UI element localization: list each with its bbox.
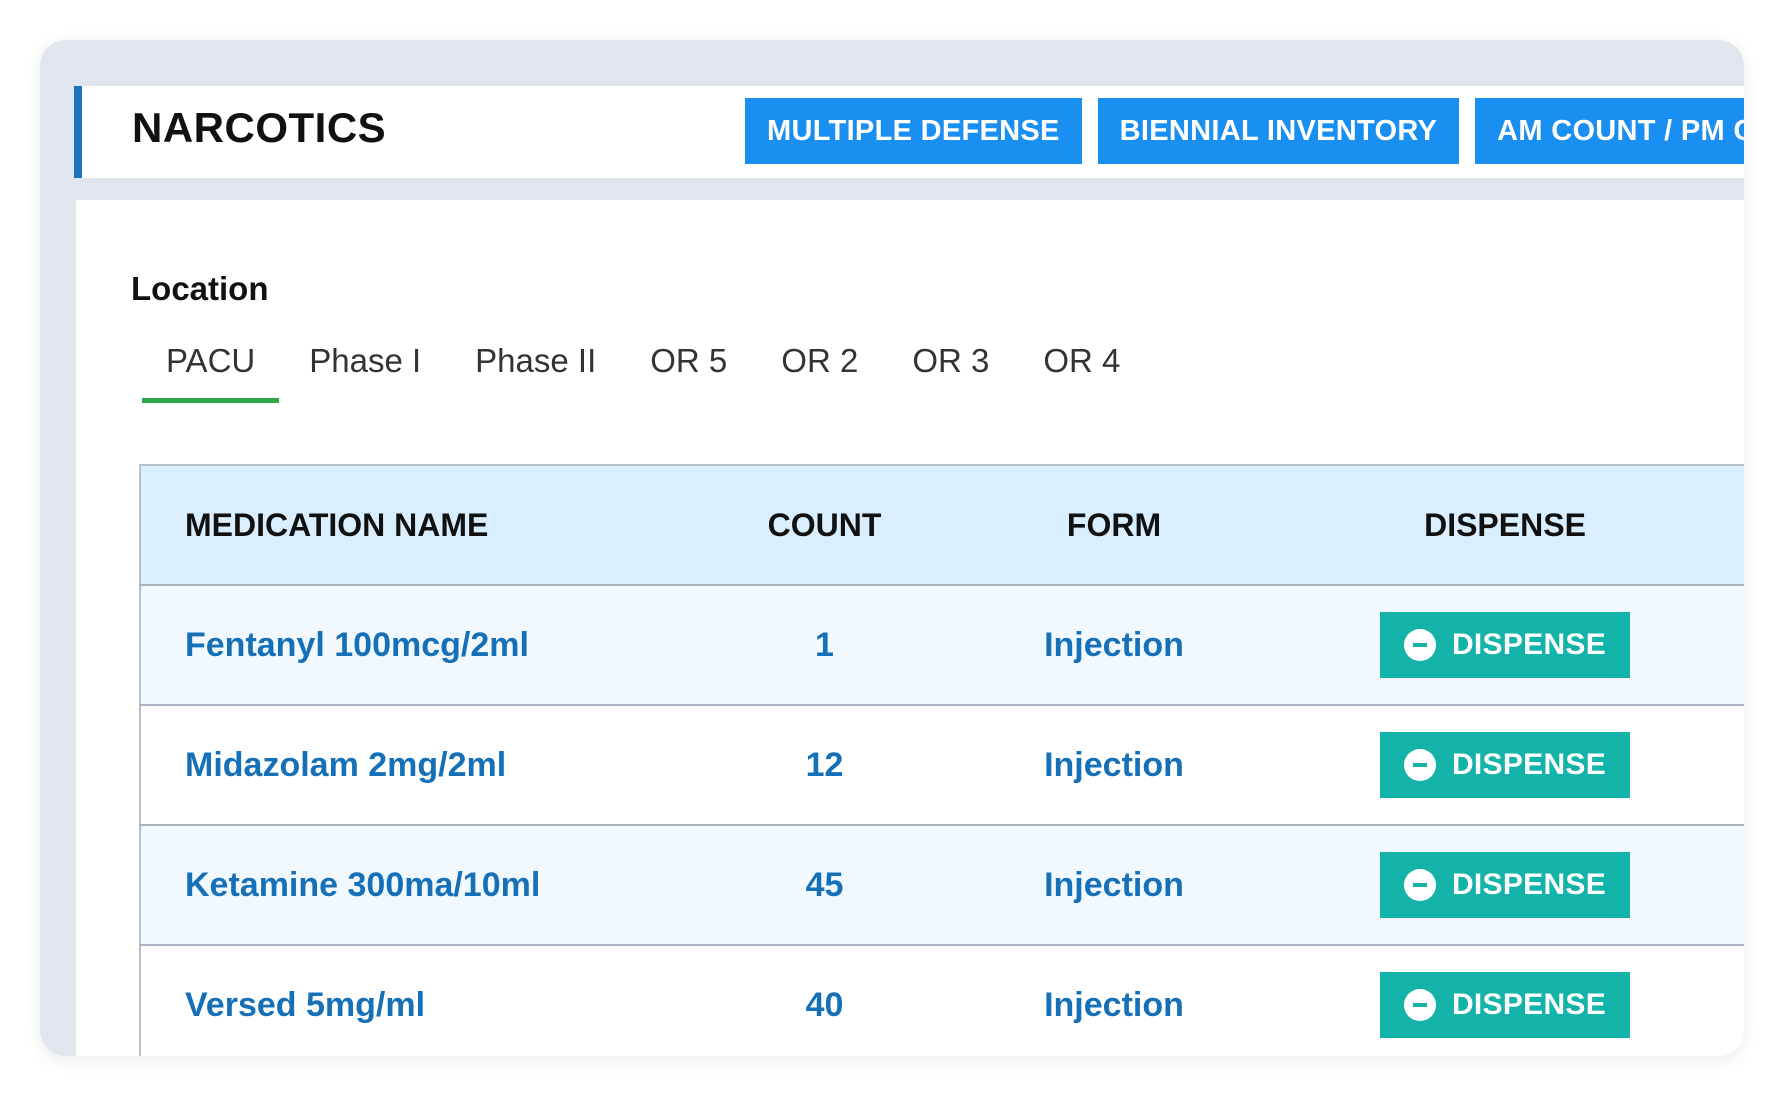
tab-pacu[interactable]: PACU [142, 342, 280, 403]
column-header-form: FORM [963, 465, 1265, 586]
minus-circle-icon [1403, 749, 1436, 781]
header-nav: MULTIPLE DEFENSE BIENNIAL INVENTORY AM C… [745, 98, 1744, 164]
column-header-count: COUNT [686, 465, 963, 586]
dispense-button[interactable]: DISPENSE [1380, 732, 1630, 798]
dispense-label: DISPENSE [1451, 628, 1607, 661]
medication-count: 40 [686, 945, 963, 1056]
minus-circle-icon [1403, 869, 1436, 901]
medication-table: MEDICATION NAME COUNT FORM DISPENSE Fent… [139, 464, 1744, 1056]
medication-name[interactable]: Fentanyl 100mcg/2ml [140, 585, 686, 706]
main-content: Location PACU Phase I Phase II OR 5 OR 2… [76, 200, 1744, 1056]
medication-count: 12 [686, 705, 963, 826]
medication-form: Injection [963, 705, 1265, 826]
medication-count: 45 [686, 825, 963, 946]
app-window: NARCOTICS MULTIPLE DEFENSE BIENNIAL INVE… [40, 40, 1744, 1056]
dispense-label: DISPENSE [1451, 988, 1607, 1021]
table-row: Ketamine 300ma/10ml 45 Injection DISPENS… [140, 825, 1744, 946]
dispense-label: DISPENSE [1451, 748, 1607, 781]
multiple-defense-button[interactable]: MULTIPLE DEFENSE [745, 98, 1082, 164]
dispense-cell: DISPENSE [1265, 705, 1744, 826]
medication-name[interactable]: Midazolam 2mg/2ml [140, 705, 686, 826]
dispense-label: DISPENSE [1451, 868, 1607, 901]
medication-form: Injection [963, 945, 1265, 1056]
biennial-inventory-button[interactable]: BIENNIAL INVENTORY [1097, 98, 1460, 164]
dispense-cell: DISPENSE [1265, 585, 1744, 706]
tab-or-4[interactable]: OR 4 [1019, 342, 1144, 403]
table-row: Midazolam 2mg/2ml 12 Injection DISPENSE [140, 705, 1744, 826]
tab-or-3[interactable]: OR 3 [888, 342, 1013, 403]
tab-phase-2[interactable]: Phase II [451, 342, 620, 403]
table-header-row: MEDICATION NAME COUNT FORM DISPENSE [140, 465, 1744, 586]
table-row: Versed 5mg/ml 40 Injection DISPENSE [140, 945, 1744, 1056]
page-header: NARCOTICS MULTIPLE DEFENSE BIENNIAL INVE… [74, 86, 1744, 178]
medication-count: 1 [686, 585, 963, 706]
minus-circle-icon [1403, 989, 1436, 1021]
medication-form: Injection [963, 585, 1265, 706]
minus-circle-icon [1403, 629, 1436, 661]
medication-form: Injection [963, 825, 1265, 946]
tab-or-5[interactable]: OR 5 [626, 342, 751, 403]
table-row: Fentanyl 100mcg/2ml 1 Injection DISPENSE [140, 585, 1744, 706]
location-tabs: PACU Phase I Phase II OR 5 OR 2 OR 3 OR … [142, 342, 1150, 403]
am-pm-count-button[interactable]: AM COUNT / PM COUNT [1475, 98, 1744, 164]
medication-name[interactable]: Versed 5mg/ml [140, 945, 686, 1056]
dispense-cell: DISPENSE [1265, 825, 1744, 946]
page-title: NARCOTICS [132, 104, 387, 151]
dispense-button[interactable]: DISPENSE [1380, 612, 1630, 678]
tab-or-2[interactable]: OR 2 [757, 342, 882, 403]
medication-name[interactable]: Ketamine 300ma/10ml [140, 825, 686, 946]
dispense-button[interactable]: DISPENSE [1380, 852, 1630, 918]
location-label: Location [131, 270, 269, 307]
column-header-medication-name: MEDICATION NAME [140, 465, 686, 586]
dispense-button[interactable]: DISPENSE [1380, 972, 1630, 1038]
column-header-dispense: DISPENSE [1265, 465, 1744, 586]
dispense-cell: DISPENSE [1265, 945, 1744, 1056]
tab-phase-1[interactable]: Phase I [285, 342, 445, 403]
